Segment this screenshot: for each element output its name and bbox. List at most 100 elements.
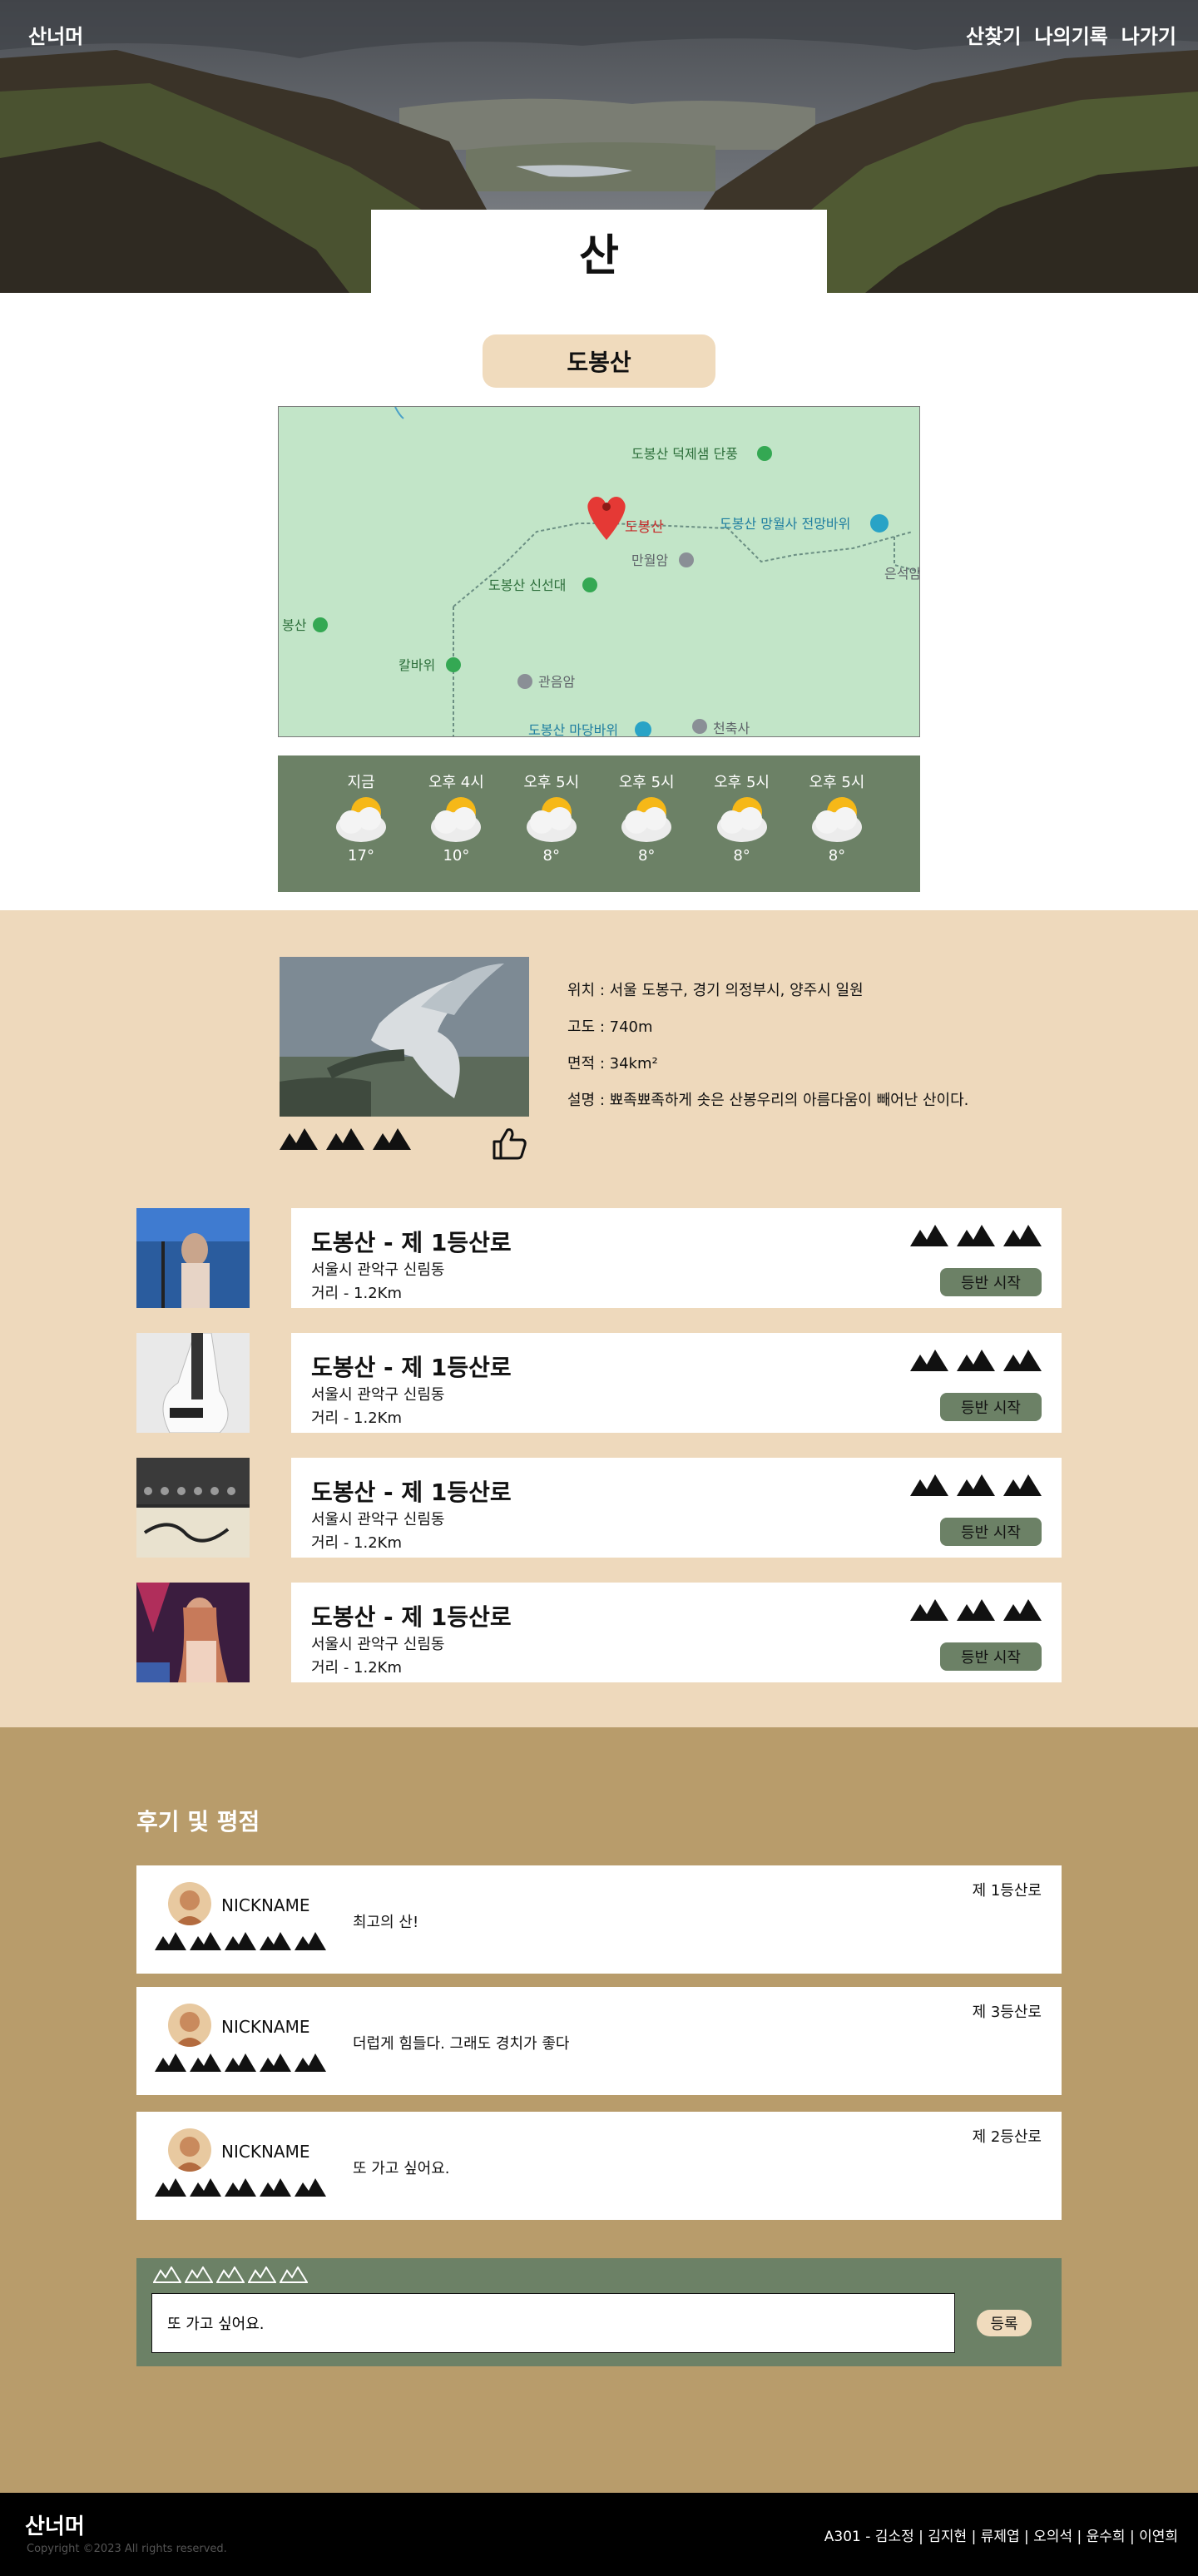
course-rating [910, 1225, 1042, 1246]
mountain-overview: 도봉산 도봉산 덕제샘 단풍 도봉산 도봉산 망월사 전망바위 만월암 도봉산 … [0, 293, 1198, 910]
mountain-rating-icon [1003, 1474, 1042, 1496]
course-item: 도봉산 - 제 1등산로 서울시 관악구 신림동 거리 - 1.2Km 등반 시… [136, 1208, 1062, 1308]
weather-temp: 8° [733, 847, 750, 864]
partly-cloudy-icon [811, 797, 862, 842]
course-rating [910, 1350, 1042, 1371]
mountain-rating-icon [155, 2053, 186, 2072]
detail-altitude: 고도 : 740m [567, 1018, 653, 1036]
temple-icon[interactable] [679, 552, 694, 567]
course-item: 도봉산 - 제 1등산로 서울시 관악구 신림동 거리 - 1.2Km 등반 시… [136, 1583, 1062, 1682]
avatar [168, 1882, 211, 1925]
map-label-gwaneumam: 관음암 [538, 674, 575, 690]
mountain-rating-icon [295, 2178, 326, 2197]
mountain-rating-icon [260, 2053, 291, 2072]
start-climb-button[interactable]: 등반 시작 [940, 1268, 1042, 1296]
avatar [168, 2128, 211, 2172]
mountain-map[interactable]: 도봉산 덕제샘 단풍 도봉산 도봉산 망월사 전망바위 만월암 도봉산 신선대 … [278, 406, 920, 737]
review-course: 제 3등산로 [972, 2004, 1042, 2021]
tree-icon[interactable] [582, 577, 597, 592]
partly-cloudy-icon [526, 797, 577, 842]
tree-icon[interactable] [313, 617, 328, 632]
tree-icon[interactable] [757, 446, 772, 461]
footer-team: A301 - 김소정 | 김지현 | 류제엽 | 오의석 | 윤수희 | 이연희 [824, 2529, 1178, 2545]
review-rating [155, 1932, 326, 1950]
review-course: 제 2등산로 [972, 2128, 1042, 2146]
mountain-rating-icon [225, 1932, 256, 1950]
temple-icon[interactable] [517, 674, 532, 689]
review-card: NICKNAME 또 가고 싶어요. 제 2등산로 [136, 2112, 1062, 2220]
weather-temp: 10° [443, 847, 470, 864]
weather-temp: 8° [637, 847, 656, 864]
mountain-rating-icon [295, 1932, 326, 1950]
mountain-rating-icon [1003, 1599, 1042, 1621]
start-climb-button[interactable]: 등반 시작 [940, 1518, 1042, 1546]
course-card[interactable]: 도봉산 - 제 1등산로 서울시 관악구 신림동 거리 - 1.2Km 등반 시… [291, 1208, 1062, 1308]
start-climb-button[interactable]: 등반 시작 [940, 1393, 1042, 1421]
nav-link-my-records[interactable]: 나의기록 [1034, 20, 1107, 49]
reviews-heading: 후기 및 평점 [136, 1808, 260, 1835]
start-climb-button[interactable]: 등반 시작 [940, 1642, 1042, 1671]
map-label-eunseok: 은석암 [884, 566, 920, 582]
map-label-madangbawi: 도봉산 마당바위 [528, 722, 618, 737]
course-address: 서울시 관악구 신림동 [311, 1261, 445, 1279]
course-distance: 거리 - 1.2Km [311, 1409, 403, 1427]
course-card[interactable]: 도봉산 - 제 1등산로 서울시 관악구 신림동 거리 - 1.2Km 등반 시… [291, 1583, 1062, 1682]
course-item: 도봉산 - 제 1등산로 서울시 관악구 신림동 거리 - 1.2Km 등반 시… [136, 1333, 1062, 1433]
course-address: 서울시 관악구 신림동 [311, 1511, 445, 1528]
weather-time: 오후 5시 [523, 774, 580, 791]
nav-link-find-mountain[interactable]: 산찾기 [966, 20, 1021, 49]
mountain-rating-icon [155, 1932, 186, 1950]
viewpoint-icon[interactable] [870, 514, 889, 533]
review-course: 제 1등산로 [972, 1882, 1042, 1900]
partly-cloudy-icon [336, 797, 386, 842]
mountain-rating-outline-icon[interactable] [248, 2266, 276, 2283]
rating-picker[interactable] [153, 2266, 308, 2283]
review-rating [155, 2053, 326, 2072]
temple-icon[interactable] [692, 719, 707, 734]
course-card[interactable]: 도봉산 - 제 1등산로 서울시 관악구 신림동 거리 - 1.2Km 등반 시… [291, 1458, 1062, 1558]
map-label-cheonchuksa: 천축사 [713, 721, 750, 736]
tree-icon[interactable] [446, 657, 461, 672]
weather-time: 오후 4시 [428, 774, 484, 791]
course-title: 도봉산 - 제 1등산로 [311, 1354, 512, 1381]
nav-link-logout[interactable]: 나가기 [1121, 20, 1176, 49]
hero-banner: 산너머 산찾기 나의기록 나가기 산 [0, 0, 1198, 293]
mountain-rating-icon [910, 1474, 948, 1496]
mountain-details: 위치 : 서울 도봉구, 경기 의정부시, 양주시 일원 고도 : 740m 면… [567, 978, 968, 1125]
course-rating [910, 1599, 1042, 1621]
weather-time: 오후 5시 [618, 774, 675, 791]
thumbs-up-icon[interactable] [491, 1127, 527, 1160]
detail-area: 면적 : 34km² [567, 1055, 658, 1073]
viewpoint-icon[interactable] [635, 721, 651, 737]
detail-description: 설명 : 뾰족뾰족하게 솟은 산봉우리의 아름다움이 빼어난 산이다. [567, 1092, 969, 1109]
brand-logo[interactable]: 산너머 [28, 20, 83, 49]
review-input[interactable] [151, 2293, 955, 2353]
footer: 산너머 Copyright ©2023 All rights reserved.… [0, 2493, 1198, 2576]
mountain-rating [280, 1128, 411, 1150]
mountain-rating-outline-icon[interactable] [185, 2266, 213, 2283]
weather-item: 오후 5시 8° [605, 770, 688, 892]
mountain-rating-outline-icon[interactable] [280, 2266, 308, 2283]
course-rating [910, 1474, 1042, 1496]
reviews-section: 후기 및 평점 NICKNAME 최고의 산! 제 1등산로 NICKNAME … [0, 1727, 1198, 2493]
mountain-rating-outline-icon[interactable] [153, 2266, 181, 2283]
map-label-kalbawi: 칼바위 [399, 657, 435, 673]
mountain-rating-outline-icon[interactable] [216, 2266, 245, 2283]
avatar [168, 2004, 211, 2047]
mountain-rating-icon [260, 2178, 291, 2197]
submit-review-button[interactable]: 등록 [977, 2310, 1032, 2336]
mountain-rating-icon [190, 1932, 221, 1950]
course-distance: 거리 - 1.2Km [311, 1659, 403, 1677]
mountain-rating-icon [326, 1128, 364, 1150]
course-distance: 거리 - 1.2Km [311, 1534, 403, 1552]
course-address: 서울시 관악구 신림동 [311, 1386, 445, 1404]
mountain-rating-icon [225, 2178, 256, 2197]
weather-item: 오후 5시 8° [795, 770, 879, 892]
weather-temp: 8° [542, 847, 560, 864]
weather-item: 지금 17° [319, 770, 403, 892]
course-card[interactable]: 도봉산 - 제 1등산로 서울시 관악구 신림동 거리 - 1.2Km 등반 시… [291, 1333, 1062, 1433]
mountain-rating-icon [910, 1350, 948, 1371]
mountain-rating-icon [260, 1932, 291, 1950]
review-card: NICKNAME 더럽게 힘들다. 그래도 경치가 좋다 제 3등산로 [136, 1987, 1062, 2095]
weather-item: 오후 5시 8° [700, 770, 784, 892]
